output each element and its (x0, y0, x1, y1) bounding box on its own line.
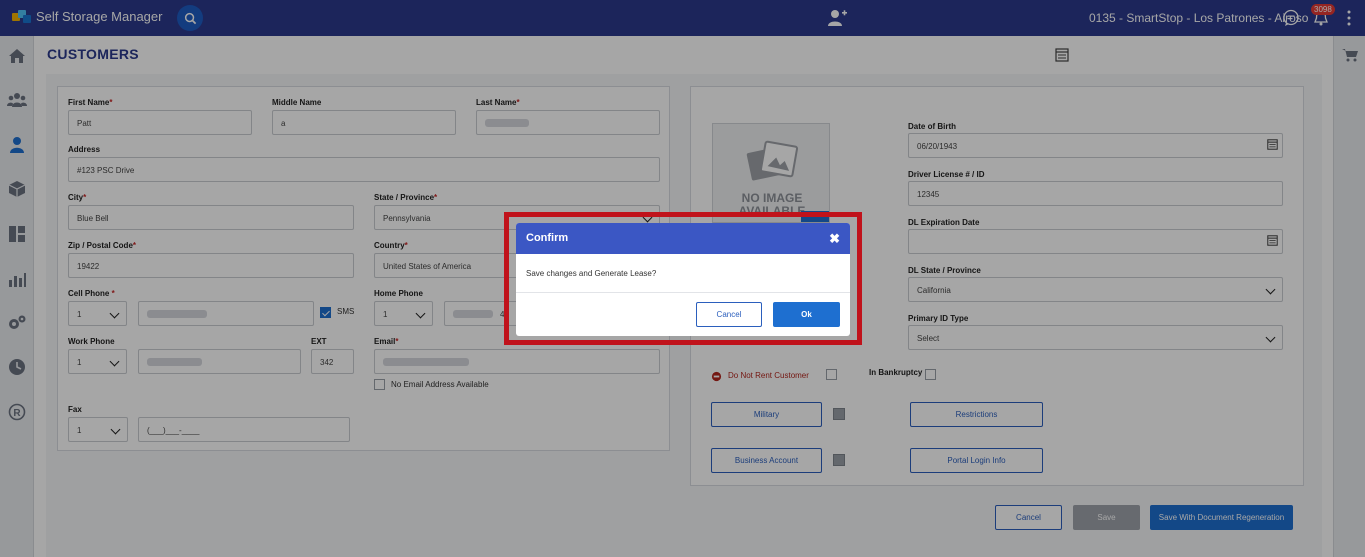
dialog-ok-button[interactable]: Ok (773, 302, 840, 327)
confirm-dialog: Confirm ✖ Save changes and Generate Leas… (516, 223, 850, 336)
dialog-cancel-button[interactable]: Cancel (696, 302, 762, 327)
dialog-title: Confirm (526, 232, 569, 244)
dialog-header: Confirm ✖ (516, 223, 850, 254)
close-icon[interactable]: ✖ (829, 231, 840, 247)
dialog-message: Save changes and Generate Lease? (516, 254, 850, 293)
